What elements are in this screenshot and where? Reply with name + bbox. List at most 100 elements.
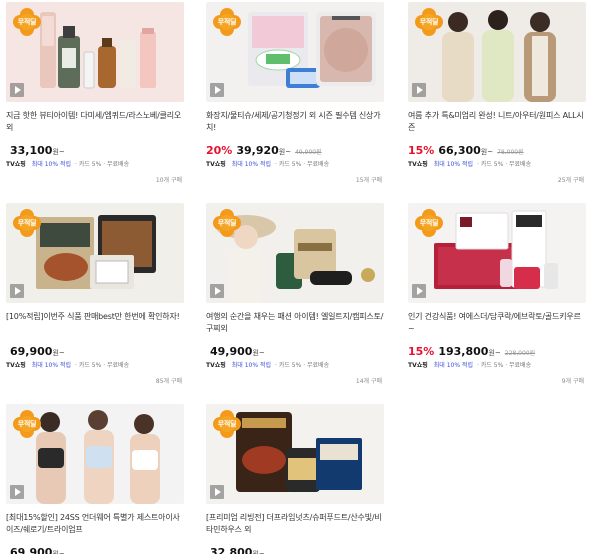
product-thumbnail[interactable]: 무적딜: [6, 2, 184, 102]
product-card[interactable]: 무적딜 [최대15%할인] 24SS 언더웨어 특별가 제스트아이사이즈/쉐로기…: [6, 404, 186, 554]
price-row: 69,900원~: [6, 541, 186, 554]
benefit-details: · 카드 5% · 무료배송: [275, 362, 330, 369]
deal-badge-label: 무적딜: [17, 219, 37, 227]
discount-rate: 20%: [206, 144, 233, 157]
sale-price: 66,300: [438, 144, 481, 157]
price-unit: 원~: [480, 148, 494, 156]
discount-rate: 15%: [408, 345, 435, 358]
deal-badge-label: 무적딜: [17, 420, 37, 428]
benefit-row: TV쇼핑 최대 10% 적립 · 카드 5% · 무료배송: [408, 360, 588, 370]
product-card[interactable]: 무적딜 [프리미엄 리빙전] 더프라임넛츠/슈퍼푸드트/산수빛/비타민하우스 외…: [206, 404, 386, 554]
product-thumbnail[interactable]: 무적딜: [408, 2, 586, 102]
price-unit: 원~: [52, 550, 65, 554]
sale-price: 32,800: [210, 546, 253, 554]
product-card[interactable]: 무적딜 인기 건강식품! 여에스더/담쿠락/에브락토/골드키우르 ~ 15% 19…: [408, 203, 588, 385]
product-title[interactable]: 화장지/물티슈/세제/공기청정기 외 시즌 필수템 신상가치!: [206, 110, 386, 134]
product-thumbnail[interactable]: 무적딜: [206, 203, 384, 303]
deal-badge: 무적딜: [414, 7, 444, 37]
product-title[interactable]: 여행의 순간을 채우는 패션 아이템! 엘일트지/캠피스토/구찌외: [206, 311, 386, 335]
play-icon[interactable]: [10, 284, 24, 298]
channel-label: TV쇼핑: [6, 161, 26, 168]
benefit-row: TV쇼핑 최대 10% 적립 · 카드 5% · 무료배송: [6, 159, 186, 169]
price-unit: 원~: [488, 349, 501, 357]
product-thumbnail[interactable]: 무적딜: [206, 404, 384, 504]
deal-badge: 무적딜: [212, 7, 242, 37]
benefit-row: TV쇼핑 최대 10% 적립 · 카드 5% · 무료배송: [206, 159, 386, 169]
deal-badge-label: 무적딜: [217, 219, 237, 227]
benefit-details: · 카드 5% · 무료배송: [275, 161, 330, 168]
deal-badge-label: 무적딜: [17, 18, 37, 26]
original-price: 49,900원: [295, 149, 322, 156]
product-title[interactable]: [프리미엄 리빙전] 더프라임넛츠/슈퍼푸드트/산수빛/비타민하우스 외: [206, 512, 386, 536]
channel-label: TV쇼핑: [206, 161, 226, 168]
sale-price: 49,900: [210, 345, 253, 358]
play-icon[interactable]: [210, 485, 224, 499]
purchase-count: 10개 구매: [155, 177, 182, 184]
price-row: 20% 39,920원~ 49,900원: [206, 139, 386, 157]
purchase-count: 85개 구매: [155, 378, 182, 385]
benefit-details: · 카드 5% · 무료배송: [75, 362, 130, 369]
benefit-row: TV쇼핑 최대 10% 적립 · 카드 5% · 무료배송: [206, 360, 386, 370]
product-title[interactable]: 지금 핫한 뷰티아이템! 다미세/엠퀴드/라스노베/클리오 외: [6, 110, 186, 134]
purchase-count: 25개 구매: [557, 177, 584, 184]
reward-label: 최대 10% 적립: [433, 161, 474, 168]
reward-label: 최대 10% 적립: [31, 161, 72, 168]
price-unit: 원~: [52, 349, 65, 357]
product-thumbnail[interactable]: 무적딜: [6, 404, 184, 504]
price-unit: 원~: [52, 148, 65, 156]
price-row: 49,900원~: [206, 340, 386, 358]
product-card[interactable]: 무적딜 [10%적립]이번주 식품 판매best만 한번에 확인하자! 69,9…: [6, 203, 186, 385]
product-title[interactable]: [10%적립]이번주 식품 판매best만 한번에 확인하자!: [6, 311, 186, 335]
deal-badge: 무적딜: [212, 208, 242, 238]
purchase-count: 15개 구매: [355, 177, 382, 184]
price-row: 15% 193,800원~ 228,000원: [408, 340, 588, 358]
play-icon[interactable]: [412, 83, 426, 97]
deal-badge-label: 무적딜: [419, 219, 439, 227]
discount-rate: 15%: [408, 144, 435, 157]
product-title[interactable]: [최대15%할인] 24SS 언더웨어 특별가 제스트아이사이즈/쉐로기/트라이…: [6, 512, 186, 536]
reward-label: 최대 10% 적립: [231, 161, 272, 168]
sale-price: 39,920: [236, 144, 279, 157]
play-icon[interactable]: [210, 83, 224, 97]
price-unit: 원~: [252, 550, 265, 554]
benefit-row: TV쇼핑 최대 10% 적립 · 카드 5% · 무료배송: [408, 159, 588, 169]
product-grid: 무적딜 지금 핫한 뷰티아이템! 다미세/엠퀴드/라스노베/클리오 외 33,1…: [0, 0, 600, 554]
original-price: 78,000원: [497, 149, 524, 156]
channel-label: TV쇼핑: [206, 362, 226, 369]
benefit-row: TV쇼핑 최대 10% 적립 · 카드 5% · 무료배송: [6, 360, 186, 370]
product-thumbnail[interactable]: 무적딜: [6, 203, 184, 303]
channel-label: TV쇼핑: [408, 161, 428, 168]
channel-label: TV쇼핑: [6, 362, 26, 369]
price-row: 69,900원~: [6, 340, 186, 358]
price-unit: 원~: [278, 148, 292, 156]
product-thumbnail[interactable]: 무적딜: [206, 2, 384, 102]
original-price: 228,000원: [504, 350, 536, 357]
deal-badge: 무적딜: [12, 208, 42, 238]
deal-badge: 무적딜: [12, 409, 42, 439]
deal-badge-label: 무적딜: [217, 18, 237, 26]
product-card[interactable]: 무적딜 여름 추가 특&미엄리 완성! 니트/아우터/원피스 ALL시즌 15%…: [408, 2, 588, 184]
deal-badge-label: 무적딜: [217, 420, 237, 428]
price-row: 15% 66,300원~ 78,000원: [408, 139, 588, 157]
price-row: 33,100원~: [6, 139, 186, 157]
play-icon[interactable]: [10, 485, 24, 499]
reward-label: 최대 10% 적립: [231, 362, 272, 369]
product-title[interactable]: 여름 추가 특&미엄리 완성! 니트/아우터/원피스 ALL시즌: [408, 110, 588, 134]
deal-badge: 무적딜: [212, 409, 242, 439]
sale-price: 69,900: [10, 345, 53, 358]
play-icon[interactable]: [210, 284, 224, 298]
play-icon[interactable]: [10, 83, 24, 97]
play-icon[interactable]: [412, 284, 426, 298]
price-row: 32,800원~: [206, 541, 386, 554]
sale-price: 193,800: [438, 345, 489, 358]
product-card[interactable]: 무적딜 지금 핫한 뷰티아이템! 다미세/엠퀴드/라스노베/클리오 외 33,1…: [6, 2, 186, 184]
product-card[interactable]: 무적딜 화장지/물티슈/세제/공기청정기 외 시즌 필수템 신상가치! 20% 3…: [206, 2, 386, 184]
sale-price: 33,100: [10, 144, 53, 157]
product-title[interactable]: 인기 건강식품! 여에스더/담쿠락/에브락토/골드키우르 ~: [408, 311, 588, 335]
deal-badge-label: 무적딜: [419, 18, 439, 26]
product-card[interactable]: 무적딜 여행의 순간을 채우는 패션 아이템! 엘일트지/캠피스토/구찌외 49…: [206, 203, 386, 385]
price-unit: 원~: [252, 349, 265, 357]
product-thumbnail[interactable]: 무적딜: [408, 203, 586, 303]
channel-label: TV쇼핑: [408, 362, 428, 369]
sale-price: 69,900: [10, 546, 53, 554]
